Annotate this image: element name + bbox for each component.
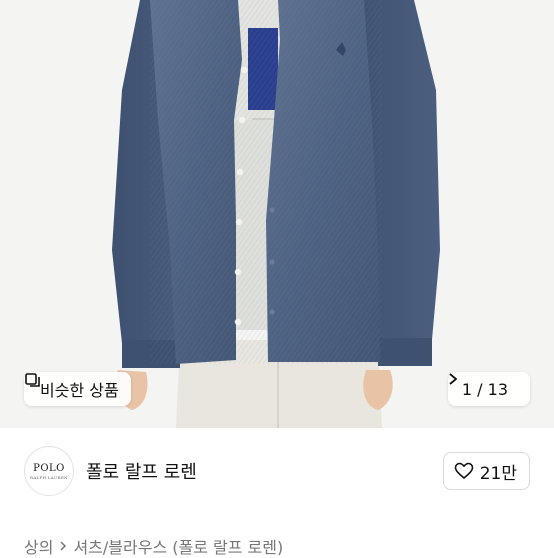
heart-outline-icon [454, 462, 474, 480]
similar-items-label: 비슷한 상품 [40, 381, 119, 400]
store-logo-subtext: RALPH LAUREN [30, 474, 68, 480]
breadcrumb-item-subcategory[interactable]: 셔츠/블라우스 (폴로 랄프 로렌) [73, 534, 283, 558]
chevron-right-icon [59, 540, 67, 552]
store-logo-text: POLO [33, 462, 65, 474]
image-page-label: 1 / 13 [461, 379, 508, 399]
store-name[interactable]: 폴로 랄프 로렌 [86, 458, 197, 484]
store-logo[interactable]: POLO RALPH LAUREN [24, 446, 74, 496]
image-page-indicator[interactable]: 1 / 13 [447, 372, 530, 406]
similar-items-button[interactable]: 비슷한 상품 [24, 372, 131, 406]
breadcrumb-item-category[interactable]: 상의 [24, 534, 53, 558]
product-photo [0, 0, 554, 428]
like-button[interactable]: 21만 [442, 452, 530, 490]
breadcrumb: 상의 셔츠/블라우스 (폴로 랄프 로렌) [24, 534, 283, 558]
product-image[interactable]: 비슷한 상품 1 / 13 [0, 0, 554, 428]
like-count: 21만 [479, 463, 517, 484]
